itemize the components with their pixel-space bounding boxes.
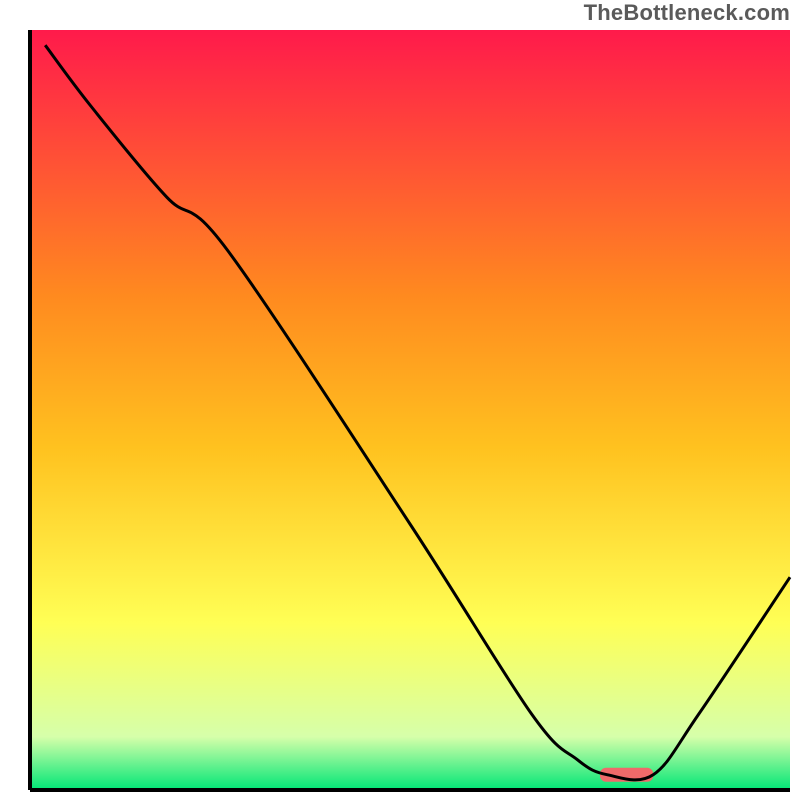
watermark-label: TheBottleneck.com bbox=[584, 0, 790, 26]
bottleneck-chart bbox=[0, 0, 800, 800]
plot-gradient-bg bbox=[30, 30, 790, 790]
